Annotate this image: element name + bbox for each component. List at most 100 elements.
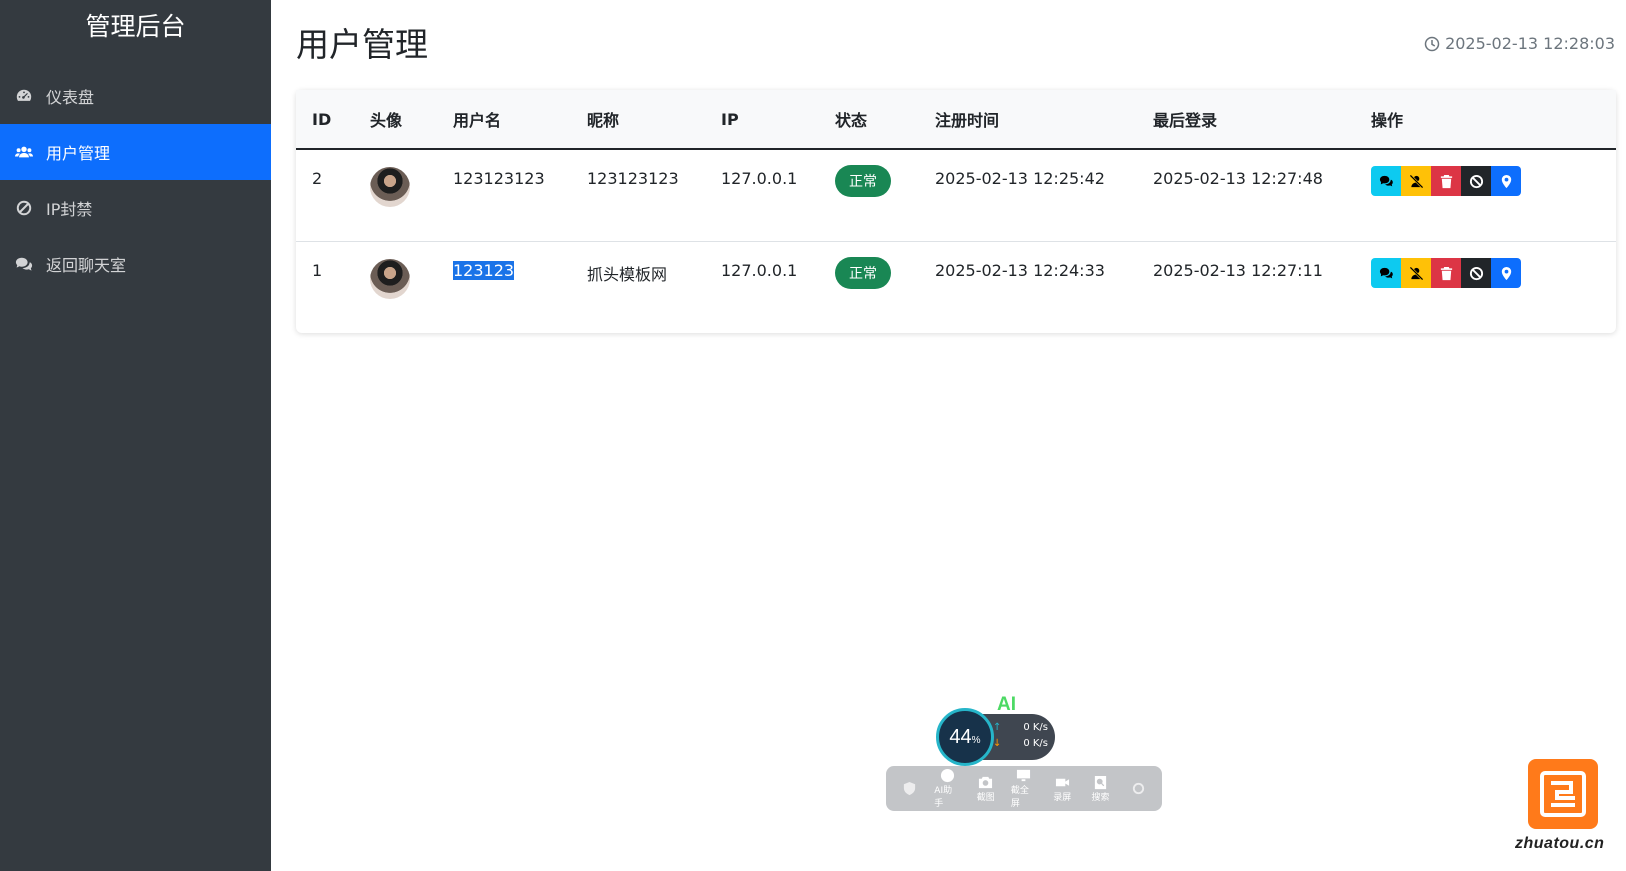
cell-last-login: 2025-02-13 12:27:11	[1153, 261, 1323, 280]
mute-user-button[interactable]	[1401, 258, 1431, 288]
col-nickname: 昵称	[571, 90, 705, 150]
chat-button[interactable]	[1371, 166, 1401, 196]
trash-icon	[1440, 174, 1452, 188]
brand-title: 管理后台	[85, 12, 186, 41]
cell-username: 123123	[437, 242, 571, 334]
gear-icon	[1133, 782, 1145, 795]
status-badge: 正常	[835, 257, 891, 289]
download-arrow-icon: ↓	[993, 738, 1002, 749]
search-button[interactable]: 搜索	[1087, 775, 1113, 803]
location-pin-icon	[1501, 174, 1511, 188]
cell-avatar	[354, 149, 437, 242]
ban-user-button[interactable]	[1461, 166, 1491, 196]
col-username: 用户名	[437, 90, 571, 150]
cell-id: 1	[312, 261, 323, 280]
upload-arrow-icon: ↑	[993, 722, 1002, 733]
settings-button[interactable]	[1126, 781, 1152, 796]
cell-registered: 2025-02-13 12:25:42	[919, 149, 1137, 242]
cell-registered: 2025-02-13 12:24:33	[935, 261, 1105, 280]
users-icon	[14, 142, 34, 162]
cell-nickname: 123123123	[571, 149, 705, 242]
search-icon	[1094, 775, 1107, 789]
chat-icon	[1379, 175, 1393, 186]
locate-ip-button[interactable]	[1491, 258, 1521, 288]
site-logo	[1528, 759, 1598, 829]
trash-icon	[1440, 266, 1452, 280]
ban-icon	[1469, 174, 1483, 188]
col-status: 状态	[819, 90, 919, 150]
ai-assistant-button[interactable]: AI助手	[934, 768, 960, 809]
sidebar-item-chatroom[interactable]: 返回聊天室	[0, 236, 271, 292]
cell-actions	[1355, 242, 1616, 334]
cell-username: 123123123	[437, 149, 571, 242]
action-group	[1371, 258, 1616, 288]
action-group	[1371, 166, 1616, 196]
avatar	[370, 259, 410, 299]
download-speed: ↓ 0 K/s	[993, 738, 1048, 749]
cell-id: 2	[296, 149, 354, 242]
cell-ip: 127.0.0.1	[721, 261, 798, 280]
video-icon	[1055, 778, 1069, 786]
col-avatar: 头像	[354, 90, 437, 150]
watermark-text: zhuatou.cn	[1515, 835, 1605, 852]
sidebar-item-ip-ban[interactable]: IP封禁	[0, 180, 271, 236]
sidebar-item-users[interactable]: 用户管理	[0, 124, 271, 180]
cell-actions	[1355, 149, 1616, 242]
clock-icon	[1424, 36, 1440, 51]
selected-username: 123123	[453, 261, 515, 280]
mute-user-button[interactable]	[1401, 166, 1431, 196]
clock: 2025-02-13 12:28:03	[1424, 34, 1615, 53]
cell-ip: 127.0.0.1	[705, 149, 819, 242]
logo-icon	[1540, 771, 1586, 817]
table-row: 2 123123123 123123123 127.0.0.1 正常 2025-…	[296, 149, 1616, 242]
cpu-percent-sign: %	[971, 734, 981, 746]
ban-icon	[1469, 266, 1483, 280]
camera-icon	[979, 776, 993, 788]
status-badge: 正常	[835, 165, 891, 197]
ai-label[interactable]: AI	[997, 694, 1016, 716]
cell-avatar	[354, 242, 437, 334]
col-last-login: 最后登录	[1137, 90, 1355, 150]
chat-button[interactable]	[1371, 258, 1401, 288]
user-slash-icon	[1409, 266, 1423, 280]
locate-ip-button[interactable]	[1491, 166, 1521, 196]
screenshot-button[interactable]: 截图	[973, 775, 999, 803]
cpu-percent: 44	[949, 725, 972, 748]
page-title: 用户管理	[296, 25, 428, 64]
cell-nickname: 抓头模板网	[587, 265, 668, 284]
sidebar-nav: 仪表盘 用户管理 IP封禁 返回聊天室	[0, 68, 271, 292]
cell-status: 正常	[819, 149, 919, 242]
sidebar-item-label: IP封禁	[46, 200, 93, 219]
avatar	[370, 167, 410, 207]
upload-speed: ↑ 0 K/s	[993, 722, 1048, 733]
shield-button[interactable]	[896, 781, 922, 796]
col-ip: IP	[705, 90, 819, 150]
monitor-icon	[1017, 769, 1031, 782]
ban-user-button[interactable]	[1461, 258, 1491, 288]
col-id: ID	[296, 90, 354, 150]
table-row: 1 123123 抓头模板网 127.0.0.1 正常 2025-02-13 1…	[296, 242, 1616, 334]
record-screen-button[interactable]: 录屏	[1049, 775, 1075, 803]
shield-icon	[903, 781, 915, 796]
ban-icon	[14, 198, 34, 218]
delete-user-button[interactable]	[1431, 166, 1461, 196]
sidebar-item-dashboard[interactable]: 仪表盘	[0, 68, 271, 124]
user-slash-icon	[1409, 174, 1423, 188]
chat-icon	[1379, 267, 1393, 278]
floating-toolbar: AI助手 截图 截全屏 录屏 搜索	[886, 766, 1162, 811]
delete-user-button[interactable]	[1431, 258, 1461, 288]
location-pin-icon	[1501, 266, 1511, 280]
fullscreen-capture-button[interactable]: 截全屏	[1011, 768, 1037, 809]
comments-icon	[14, 254, 34, 274]
col-actions: 操作	[1355, 90, 1616, 150]
users-table: ID 头像 用户名 昵称 IP 状态 注册时间 最后登录 操作 2 123123…	[296, 90, 1616, 333]
ai-assistant-icon	[940, 768, 954, 783]
cpu-gauge[interactable]: 44%	[936, 708, 994, 766]
cell-last-login: 2025-02-13 12:27:48	[1137, 149, 1355, 242]
sidebar-item-label: 仪表盘	[46, 88, 95, 107]
clock-datetime: 2025-02-13 12:28:03	[1445, 34, 1615, 53]
table-header-row: ID 头像 用户名 昵称 IP 状态 注册时间 最后登录 操作	[296, 90, 1616, 150]
sidebar-item-label: 返回聊天室	[46, 256, 127, 275]
users-table-card: ID 头像 用户名 昵称 IP 状态 注册时间 最后登录 操作 2 123123…	[296, 90, 1616, 333]
sidebar: 管理后台 仪表盘 用户管理 IP封禁 返回聊天室	[0, 0, 271, 871]
